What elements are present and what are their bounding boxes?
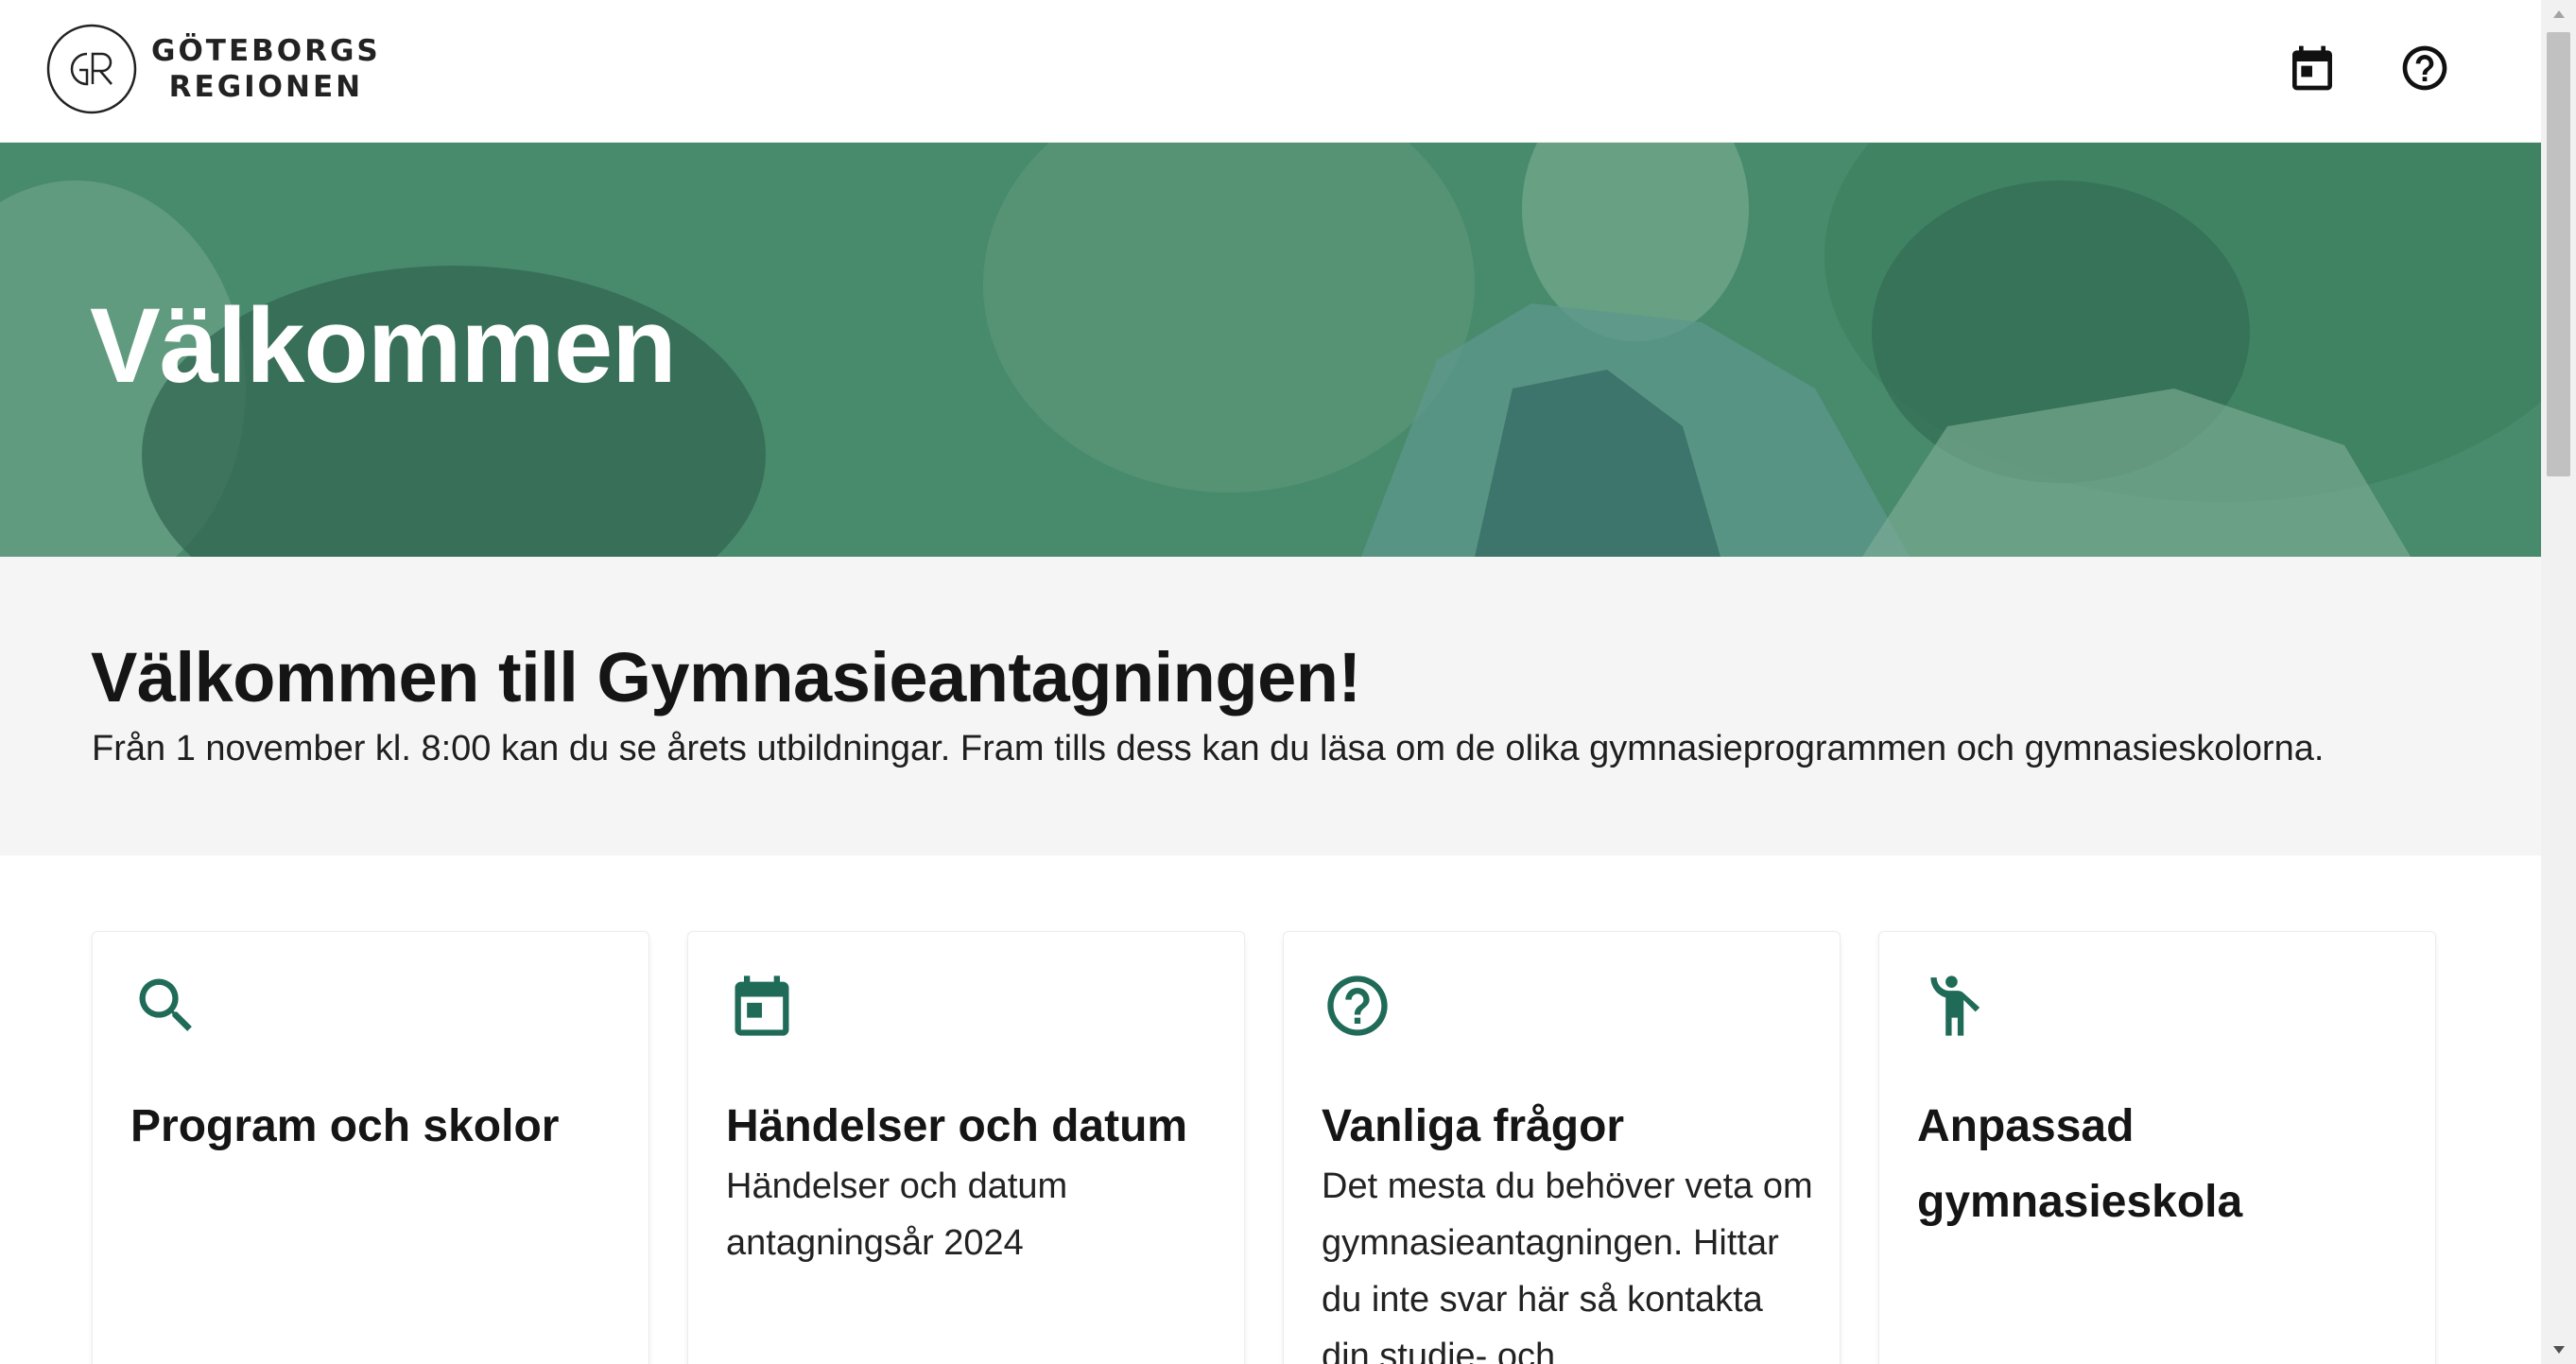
logo-text: GÖTEBORGS REGIONEN [151,33,381,105]
logo-line-1: GÖTEBORGS [151,34,381,68]
card-title: Händelser och datum [726,1101,1188,1151]
card-handelser-och-datum[interactable]: Händelser och datum Händelser och datum … [687,931,1245,1364]
triangle-up-icon [2552,10,2565,18]
goteborgsregionen-logo[interactable]: GÖTEBORGS REGIONEN [45,23,381,115]
card-description: Det mesta du behöver veta om gymnasieant… [1322,1166,1813,1364]
scroll-up-button[interactable] [2541,0,2576,28]
card-icon-wrapper [1322,970,1393,1042]
calendar-icon [2292,45,2332,91]
search-icon [139,978,192,1031]
triangle-down-icon [2552,1346,2565,1354]
gr-logo-icon [46,24,137,114]
scroll-down-button[interactable] [2541,1336,2576,1364]
page-title: Välkommen till Gymnasieantagningen! [91,638,1361,717]
card-description: Händelser och datum antagningsår 2024 [726,1166,1068,1263]
card-title: Anpassad gymnasieskola [1917,1101,2243,1227]
card-anpassad-gymnasieskola[interactable]: Anpassad gymnasieskola [1878,931,2436,1364]
site-header: GÖTEBORGS REGIONEN [0,0,2541,143]
card-icon-wrapper [1917,970,1989,1042]
card-icon-wrapper [726,970,798,1042]
card-title: Program och skolor [130,1101,560,1151]
help-circle-icon [2402,45,2447,91]
hero-title: Välkommen [90,286,677,405]
logo-line-2: REGIONEN [168,70,364,104]
accessibility-person-icon [1930,976,1980,1036]
card-program-och-skolor[interactable]: Program och skolor [92,931,649,1364]
card-title: Vanliga frågor [1322,1101,1625,1151]
calendar-icon [735,976,789,1036]
help-button[interactable] [2391,34,2459,102]
hero-banner: Välkommen [0,143,2541,557]
page-scrollbar[interactable] [2541,0,2576,1364]
intro-text: Från 1 november kl. 8:00 kan du se årets… [92,729,2325,768]
calendar-button[interactable] [2278,34,2346,102]
card-vanliga-fragor[interactable]: Vanliga frågor Det mesta du behöver veta… [1283,931,1841,1364]
card-section: Program och skolor Händelser och datum H… [0,855,2541,1364]
card-icon-wrapper [130,970,202,1042]
intro-section: Välkommen till Gymnasieantagningen! Från… [0,557,2541,855]
help-circle-icon [1327,976,1388,1036]
scrollbar-thumb[interactable] [2547,32,2570,476]
